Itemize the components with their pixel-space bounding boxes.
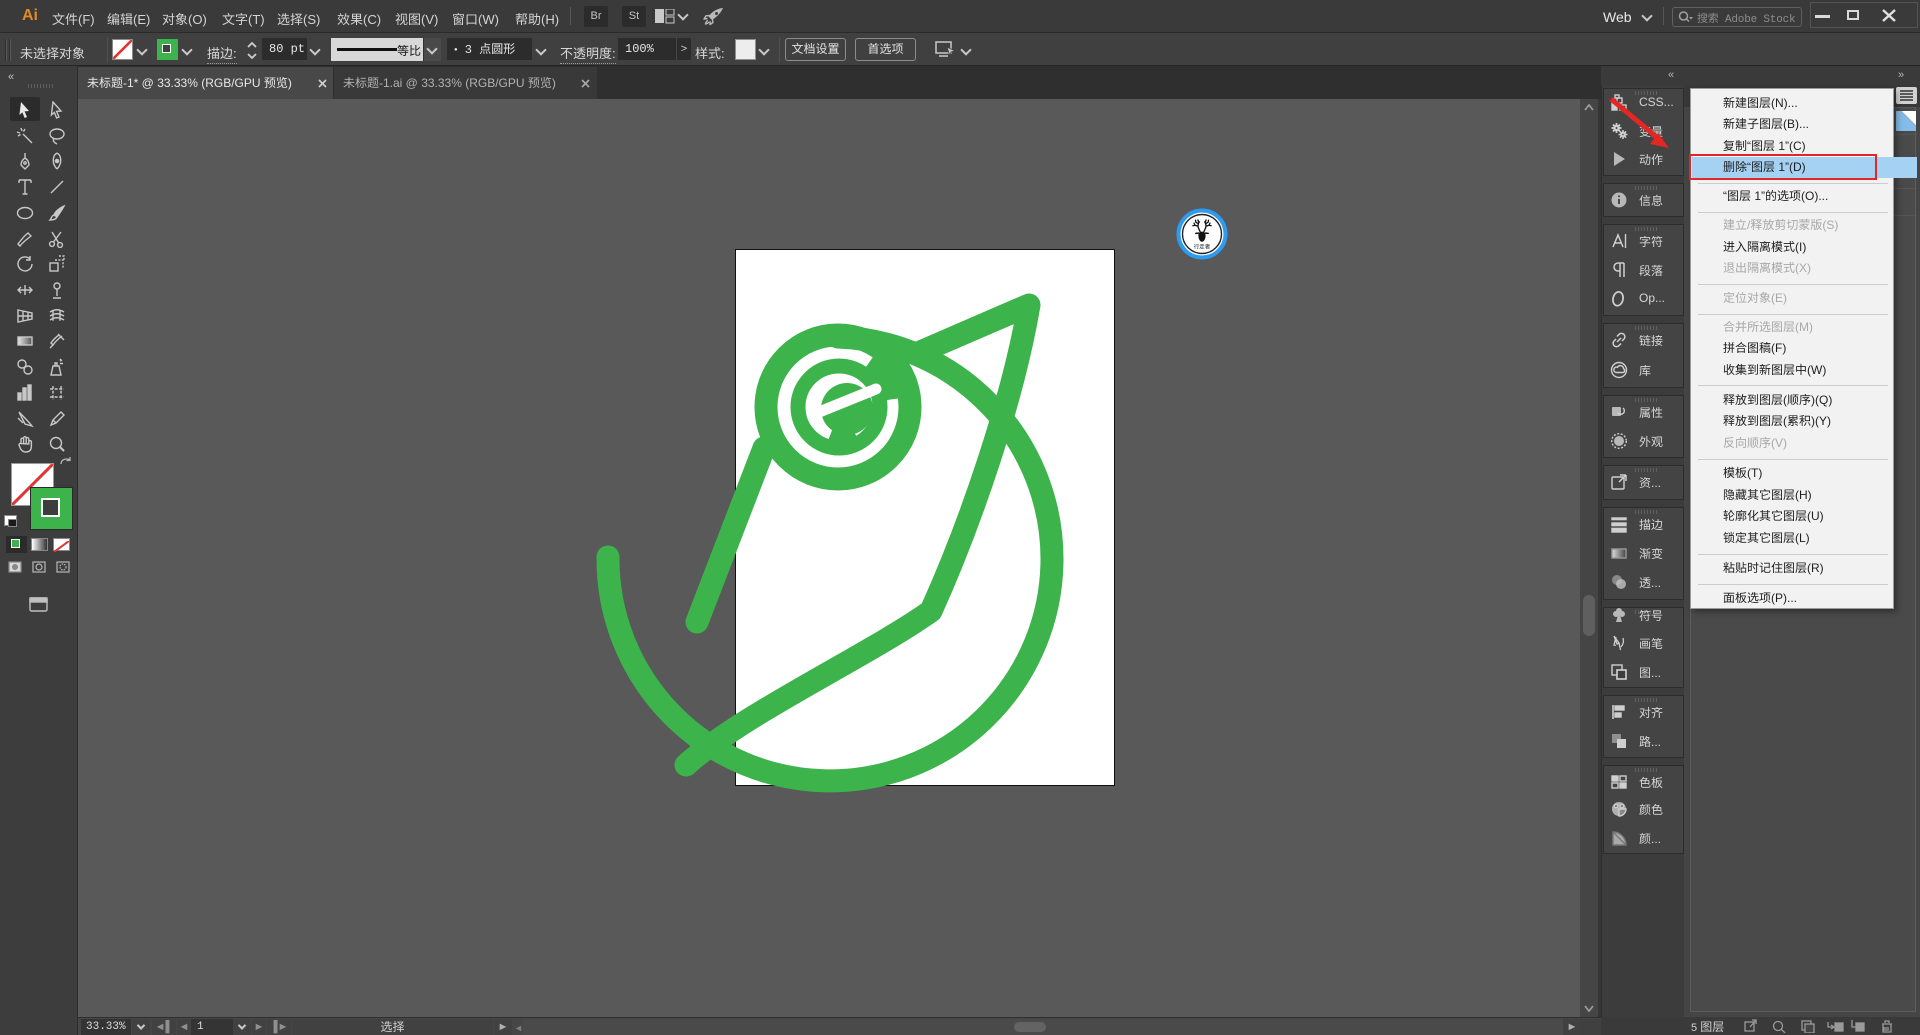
- svg-text:行走者: 行走者: [1194, 243, 1211, 251]
